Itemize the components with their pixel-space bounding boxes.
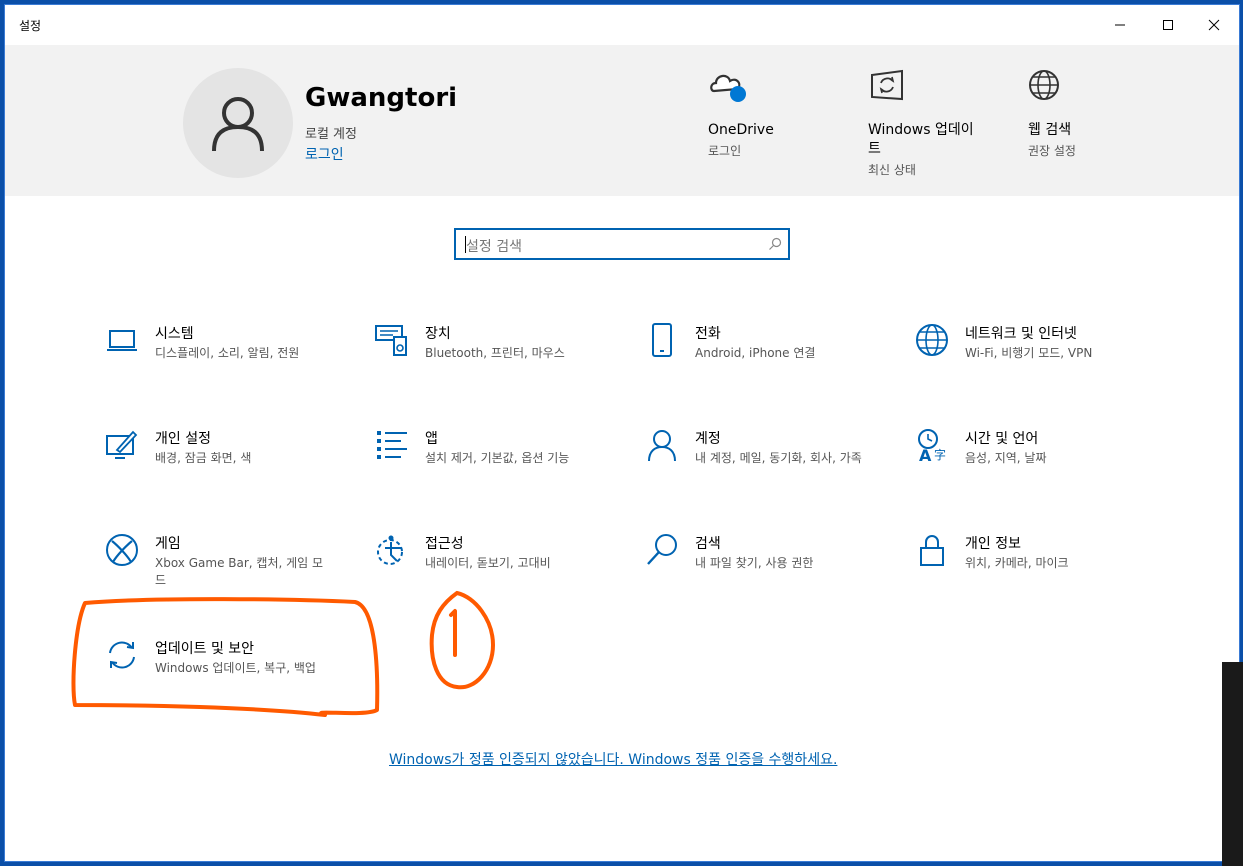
category-name: 검색 [695, 536, 721, 552]
lock-icon [920, 535, 944, 566]
apps-list-icon [377, 431, 407, 459]
minimize-icon [1115, 24, 1125, 26]
quick-link-onedrive[interactable]: OneDrive 로그인 [708, 67, 828, 159]
category-desc: Android, iPhone 연결 [695, 346, 816, 360]
title-bar: 설정 [5, 5, 1239, 45]
category-name: 앱 [425, 431, 438, 447]
category-gaming[interactable]: 게임 Xbox Game Bar, 캡처, 게임 모드 [105, 533, 345, 613]
category-desc: Windows 업데이트, 복구, 백업 [155, 661, 316, 675]
maximize-icon [1163, 20, 1173, 30]
globe-icon [916, 324, 948, 356]
category-name: 계정 [695, 431, 721, 447]
devices-icon [375, 325, 407, 356]
account-header: Gwangtori 로컬 계정 로그인 OneDrive 로그인 Windows… [5, 45, 1239, 196]
category-desc: 디스플레이, 소리, 알림, 전원 [155, 346, 300, 360]
category-desc: Xbox Game Bar, 캡처, 게임 모드 [155, 556, 324, 587]
laptop-icon [107, 330, 137, 351]
close-button[interactable] [1191, 5, 1237, 45]
search-box[interactable]: 설정 검색 [454, 228, 790, 260]
activation-link[interactable]: Windows가 정품 인증되지 않았습니다. Windows 정품 인증을 수… [389, 749, 837, 769]
window-title: 설정 [19, 19, 42, 33]
category-name: 개인 설정 [155, 431, 211, 447]
category-name: 개인 정보 [965, 536, 1021, 552]
category-name: 접근성 [425, 536, 464, 552]
username: Gwangtori [305, 83, 458, 113]
xbox-icon [106, 534, 138, 566]
personalization-icon [106, 430, 138, 459]
close-icon [1208, 19, 1220, 31]
category-network[interactable]: 네트워크 및 인터넷 Wi-Fi, 비행기 모드, VPN [915, 323, 1155, 403]
magnifier-icon [647, 534, 677, 565]
category-devices[interactable]: 장치 Bluetooth, 프린터, 마우스 [375, 323, 615, 403]
signin-link[interactable]: 로그인 [305, 144, 344, 164]
settings-window: 설정 Gwangtori 로컬 계정 로그인 OneDrive 로그인 Wind… [4, 4, 1240, 862]
time-language-icon: A 字 [918, 429, 946, 462]
person-icon [212, 97, 264, 152]
avatar [183, 68, 293, 178]
category-update-security[interactable]: 업데이트 및 보안 Windows 업데이트, 복구, 백업 [105, 638, 345, 718]
search-icon [769, 237, 782, 250]
category-name: 네트워크 및 인터넷 [965, 326, 1077, 342]
category-phone[interactable]: 전화 Android, iPhone 연결 [645, 323, 885, 403]
quick-link-web-search[interactable]: 웹 검색 권장 설정 [1028, 67, 1148, 159]
category-accessibility[interactable]: 접근성 내레이터, 돋보기, 고대비 [375, 533, 615, 613]
web-search-title: 웹 검색 [1028, 122, 1072, 138]
category-desc: 내레이터, 돋보기, 고대비 [425, 556, 551, 570]
account-type: 로컬 계정 [305, 127, 357, 142]
sync-arrows-icon [109, 641, 135, 669]
category-desc: 위치, 카메라, 마이크 [965, 556, 1069, 570]
svg-text:A: A [919, 446, 932, 462]
category-name: 시스템 [155, 326, 194, 342]
category-desc: 내 계정, 메일, 동기화, 회사, 가족 [695, 451, 862, 465]
person-icon [648, 430, 676, 462]
category-time-language[interactable]: A 字 시간 및 언어 음성, 지역, 날짜 [915, 428, 1155, 508]
onedrive-cloud-icon [708, 67, 748, 107]
windows-update-subtitle: 최신 상태 [868, 163, 916, 177]
quick-link-windows-update[interactable]: Windows 업데이트 최신 상태 [868, 67, 986, 178]
accessibility-icon [377, 535, 403, 565]
category-apps[interactable]: 앱 설치 제거, 기본값, 옵션 기능 [375, 428, 615, 508]
category-system[interactable]: 시스템 디스플레이, 소리, 알림, 전원 [105, 323, 345, 403]
svg-text:字: 字 [934, 447, 946, 462]
category-desc: 설치 제거, 기본값, 옵션 기능 [425, 451, 570, 465]
minimize-button[interactable] [1097, 5, 1143, 45]
category-name: 장치 [425, 326, 451, 342]
category-name: 업데이트 및 보안 [155, 641, 255, 657]
category-desc: 내 파일 찾기, 사용 권한 [695, 556, 814, 570]
category-desc: 배경, 잠금 화면, 색 [155, 451, 252, 465]
windows-update-icon [868, 67, 908, 107]
globe-icon [1028, 67, 1068, 107]
phone-icon [652, 323, 672, 357]
category-desc: 음성, 지역, 날짜 [965, 451, 1047, 465]
category-search[interactable]: 검색 내 파일 찾기, 사용 권한 [645, 533, 885, 613]
category-name: 시간 및 언어 [965, 431, 1039, 447]
category-desc: Wi-Fi, 비행기 모드, VPN [965, 346, 1093, 360]
category-name: 전화 [695, 326, 721, 342]
onedrive-title: OneDrive [708, 122, 774, 138]
category-privacy[interactable]: 개인 정보 위치, 카메라, 마이크 [915, 533, 1155, 613]
search-placeholder: 설정 검색 [466, 239, 522, 255]
web-search-subtitle: 권장 설정 [1028, 144, 1076, 158]
category-personalization[interactable]: 개인 설정 배경, 잠금 화면, 색 [105, 428, 345, 508]
windows-update-title: Windows 업데이트 [868, 122, 974, 157]
background-window-edge [1222, 662, 1243, 866]
onedrive-subtitle: 로그인 [708, 144, 742, 158]
category-accounts[interactable]: 계정 내 계정, 메일, 동기화, 회사, 가족 [645, 428, 885, 508]
category-name: 게임 [155, 536, 181, 552]
category-desc: Bluetooth, 프린터, 마우스 [425, 346, 565, 360]
maximize-button[interactable] [1145, 5, 1191, 45]
